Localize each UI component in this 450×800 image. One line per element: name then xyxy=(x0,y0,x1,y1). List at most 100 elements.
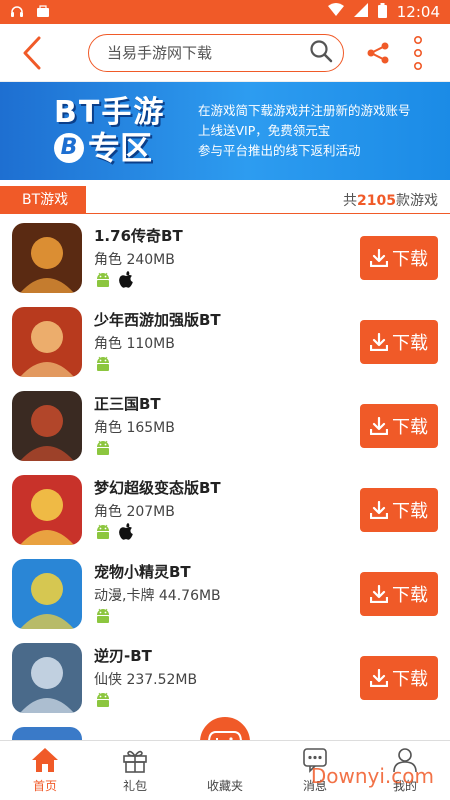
game-name: 1.76传奇BT xyxy=(94,226,183,245)
game-info: 逆刃-BT 仙侠 237.52MB xyxy=(94,645,360,712)
download-label: 下载 xyxy=(392,249,428,270)
search-box[interactable] xyxy=(88,33,344,72)
banner-desc-line: 在游戏简下载游戏并注册新的游戏账号 xyxy=(198,103,411,118)
game-name: 梦幻超级变态版BT xyxy=(94,478,221,497)
tab-gift[interactable]: 礼包 xyxy=(90,741,180,800)
game-art-icon xyxy=(12,559,82,629)
download-icon xyxy=(370,585,388,603)
watermark: Downyi.com xyxy=(310,764,434,788)
back-button[interactable] xyxy=(12,33,52,73)
game-name: 少年西游加强版BT xyxy=(94,310,221,329)
game-list-item[interactable]: 1.76传奇BT 角色 240MB 下载 xyxy=(0,216,450,300)
platform-icons xyxy=(94,356,360,376)
tab-home[interactable]: 首页 xyxy=(0,741,90,800)
game-count-prefix: 共 xyxy=(343,192,358,209)
download-icon xyxy=(370,501,388,519)
banner-logo: BT手游 B 专区 xyxy=(54,96,194,166)
section-tag: BT游戏 xyxy=(0,185,87,214)
game-thumbnail[interactable] xyxy=(12,727,82,740)
game-count-number: 2105 xyxy=(357,192,396,209)
status-bar: 12:04 xyxy=(0,0,450,24)
game-list-item[interactable]: 梦幻超级变态版BT 角色 207MB 下载 xyxy=(0,468,450,552)
download-button[interactable]: 下载 xyxy=(360,404,438,448)
tab-label: 收藏夹 xyxy=(206,779,243,793)
download-button[interactable]: 下载 xyxy=(360,488,438,532)
search-input[interactable] xyxy=(107,43,309,62)
download-icon xyxy=(370,669,388,687)
download-icon xyxy=(370,249,388,267)
game-list-item[interactable]: 逆刃-BT 仙侠 237.52MB 下载 xyxy=(0,636,450,720)
game-list-item[interactable]: 宠物小精灵BT 动漫,卡牌 44.76MB 下载 xyxy=(0,552,450,636)
game-count-suffix: 款游戏 xyxy=(396,192,438,209)
android-icon xyxy=(94,439,112,461)
banner-description: 在游戏简下载游戏并注册新的游戏账号 上线送VIP，免费领元宝 参与平台推出的线下… xyxy=(198,101,411,161)
game-info: 少年西游加强版BT 角色 110MB xyxy=(94,309,360,376)
banner-title-line1: BT手游 xyxy=(54,95,166,130)
bt-zone-banner[interactable]: BT手游 B 专区 在游戏简下载游戏并注册新的游戏账号 上线送VIP，免费领元宝… xyxy=(0,82,450,180)
android-icon xyxy=(94,355,112,377)
platform-icons xyxy=(94,692,360,712)
game-list[interactable]: 1.76传奇BT 角色 240MB 下载 少年西游加强版BT 角色 110MB … xyxy=(0,216,450,740)
download-icon xyxy=(370,333,388,351)
more-button[interactable] xyxy=(398,33,438,73)
home-icon xyxy=(32,748,58,772)
game-meta: 动漫,卡牌 44.76MB xyxy=(94,587,221,604)
banner-title-line2: 专区 xyxy=(88,129,153,167)
game-info: 梦幻超级变态版BT 角色 207MB xyxy=(94,477,360,544)
download-label: 下载 xyxy=(392,585,428,606)
wifi-icon xyxy=(327,3,344,21)
game-thumbnail[interactable] xyxy=(12,643,82,713)
bag-icon xyxy=(36,3,50,22)
tab-label: 礼包 xyxy=(122,779,147,793)
headset-icon xyxy=(10,3,24,22)
game-art-icon xyxy=(12,643,82,713)
platform-icons xyxy=(94,440,360,460)
game-art-icon xyxy=(12,475,82,545)
game-meta: 角色 207MB xyxy=(94,503,175,520)
game-info: 宠物小精灵BT 动漫,卡牌 44.76MB xyxy=(94,561,360,628)
banner-title-line2-row: B 专区 xyxy=(54,130,152,166)
download-button[interactable]: 下载 xyxy=(360,320,438,364)
game-name: 宠物小精灵BT xyxy=(94,562,191,581)
search-icon[interactable] xyxy=(309,39,333,67)
game-art-icon xyxy=(12,727,82,740)
game-list-item[interactable]: 少年西游加强版BT 角色 110MB 下载 xyxy=(0,300,450,384)
tab-label: 首页 xyxy=(32,779,57,793)
game-thumbnail[interactable] xyxy=(12,223,82,293)
banner-b-badge: B xyxy=(54,133,84,163)
download-label: 下载 xyxy=(392,501,428,522)
download-button[interactable]: 下载 xyxy=(360,572,438,616)
apple-icon xyxy=(118,522,134,545)
status-time: 12:04 xyxy=(396,3,440,21)
download-label: 下载 xyxy=(392,333,428,354)
game-meta: 角色 240MB xyxy=(94,251,175,268)
download-icon xyxy=(370,417,388,435)
game-list-item[interactable]: 正三国BT 角色 165MB 下载 xyxy=(0,384,450,468)
android-icon xyxy=(94,271,112,293)
download-label: 下载 xyxy=(392,669,428,690)
download-button[interactable]: 下载 xyxy=(360,236,438,280)
section-header: BT游戏 共2105款游戏 xyxy=(0,185,450,214)
platform-icons xyxy=(94,270,360,293)
download-label: 下载 xyxy=(392,417,428,438)
banner-desc-line: 上线送VIP，免费领元宝 xyxy=(198,123,331,138)
tab-favorites[interactable]: 收藏夹 xyxy=(180,741,270,800)
game-meta: 角色 165MB xyxy=(94,419,175,436)
game-thumbnail[interactable] xyxy=(12,559,82,629)
game-art-icon xyxy=(12,223,82,293)
share-button[interactable] xyxy=(358,33,398,73)
game-meta: 仙侠 237.52MB xyxy=(94,671,198,688)
android-icon xyxy=(94,607,112,629)
android-icon xyxy=(94,523,112,545)
game-thumbnail[interactable] xyxy=(12,475,82,545)
game-name: 逆刃-BT xyxy=(94,646,152,665)
chevron-left-icon xyxy=(23,36,41,69)
game-thumbnail[interactable] xyxy=(12,391,82,461)
game-art-icon xyxy=(12,307,82,377)
game-info: 正三国BT 角色 165MB xyxy=(94,393,360,460)
game-count: 共2105款游戏 xyxy=(343,190,438,210)
download-button[interactable]: 下载 xyxy=(360,656,438,700)
top-bar xyxy=(0,24,450,82)
game-name: 正三国BT xyxy=(94,394,161,413)
game-thumbnail[interactable] xyxy=(12,307,82,377)
